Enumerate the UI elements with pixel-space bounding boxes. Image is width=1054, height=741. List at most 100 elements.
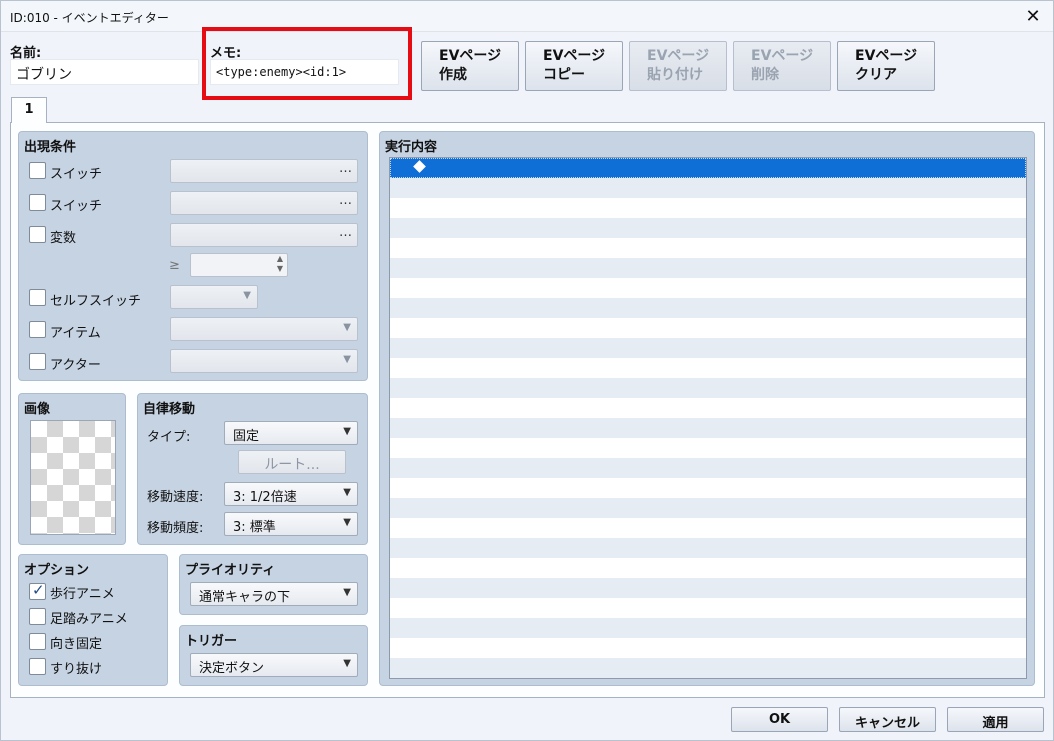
- priority-group: プライオリティ 通常キャラの下 ▼: [179, 554, 368, 615]
- command-row[interactable]: [390, 558, 1026, 578]
- ok-button[interactable]: OK: [731, 707, 828, 732]
- movement-type-dropdown[interactable]: 固定 ▼: [224, 421, 358, 445]
- command-row[interactable]: [390, 298, 1026, 318]
- direction-fix-label: 向き固定: [50, 637, 103, 652]
- variable-label: 変数: [50, 231, 77, 246]
- variable-selector[interactable]: …: [170, 223, 358, 247]
- movement-speed-dropdown[interactable]: 3: 1/2倍速 ▼: [224, 482, 358, 506]
- variable-checkbox[interactable]: [29, 226, 46, 243]
- name-input[interactable]: ゴブリン: [10, 59, 199, 85]
- movement-type-value: 固定: [233, 429, 260, 444]
- dropdown-arrow-icon: ▼: [343, 354, 351, 365]
- command-row[interactable]: [390, 338, 1026, 358]
- command-row[interactable]: [390, 458, 1026, 478]
- self-switch-dropdown[interactable]: ▼: [170, 285, 258, 309]
- ellipsis-icon: …: [339, 193, 352, 208]
- stepping-anim-label: 足踏みアニメ: [50, 612, 128, 627]
- button-line1: EVページ: [543, 48, 606, 64]
- title-bar: ID:010 - イベントエディター ✕: [1, 1, 1053, 32]
- dropdown-arrow-icon: ▼: [343, 517, 351, 528]
- movement-frequency-dropdown[interactable]: 3: 標準 ▼: [224, 512, 358, 536]
- self-switch-label: セルフスイッチ: [50, 294, 142, 309]
- command-row[interactable]: [390, 418, 1026, 438]
- trigger-dropdown[interactable]: 決定ボタン ▼: [190, 653, 358, 677]
- conditions-group: 出現条件 スイッチ … スイッチ … 変数 … ≥ ▲ ▼ セルフスイッチ ▼ …: [18, 131, 368, 381]
- contents-group: 実行内容: [379, 131, 1035, 686]
- command-row[interactable]: [390, 498, 1026, 518]
- ev-page-create-button[interactable]: EVページ 作成: [421, 41, 519, 91]
- command-row[interactable]: [390, 198, 1026, 218]
- autonomous-movement-group: 自律移動 タイプ: 固定 ▼ ルート... 移動速度: 3: 1/2倍速 ▼ 移…: [137, 393, 368, 545]
- ev-page-clear-button[interactable]: EVページ クリア: [837, 41, 935, 91]
- item-dropdown[interactable]: ▼: [170, 317, 358, 341]
- command-row[interactable]: [390, 618, 1026, 638]
- actor-dropdown[interactable]: ▼: [170, 349, 358, 373]
- command-row[interactable]: [390, 478, 1026, 498]
- command-list[interactable]: [389, 157, 1027, 679]
- dropdown-arrow-icon: ▼: [343, 426, 351, 437]
- contents-title: 実行内容: [385, 140, 438, 155]
- close-button[interactable]: ✕: [1013, 1, 1053, 32]
- item-checkbox[interactable]: [29, 321, 46, 338]
- command-row[interactable]: [390, 638, 1026, 658]
- close-icon: ✕: [1025, 6, 1041, 27]
- command-row[interactable]: [390, 258, 1026, 278]
- stepping-anim-checkbox[interactable]: [29, 608, 46, 625]
- memo-input[interactable]: <type:enemy><id:1>: [210, 59, 399, 85]
- cancel-button[interactable]: キャンセル: [839, 707, 936, 732]
- type-label: タイプ:: [147, 430, 191, 445]
- apply-button[interactable]: 適用: [947, 707, 1044, 732]
- variable-value-spinner[interactable]: ▲ ▼: [190, 253, 288, 277]
- button-line2: コピー: [543, 67, 585, 83]
- image-preview[interactable]: [30, 420, 116, 535]
- priority-dropdown[interactable]: 通常キャラの下 ▼: [190, 582, 358, 606]
- actor-checkbox[interactable]: [29, 353, 46, 370]
- switch1-label: スイッチ: [50, 167, 103, 182]
- speed-label: 移動速度:: [147, 490, 204, 505]
- command-row[interactable]: [390, 278, 1026, 298]
- direction-fix-checkbox[interactable]: [29, 633, 46, 650]
- image-group: 画像: [18, 393, 126, 545]
- dropdown-arrow-icon: ▼: [343, 587, 351, 598]
- trigger-group: トリガー 決定ボタン ▼: [179, 625, 368, 686]
- movement-speed-value: 3: 1/2倍速: [233, 490, 297, 505]
- command-row[interactable]: [390, 598, 1026, 618]
- tab-page-1[interactable]: 1: [11, 97, 47, 123]
- command-row[interactable]: [390, 238, 1026, 258]
- options-group: オプション 歩行アニメ 足踏みアニメ 向き固定 すり抜け: [18, 554, 168, 686]
- switch2-checkbox[interactable]: [29, 194, 46, 211]
- command-row[interactable]: [390, 378, 1026, 398]
- self-switch-checkbox[interactable]: [29, 289, 46, 306]
- command-row[interactable]: [390, 158, 1026, 178]
- command-row[interactable]: [390, 578, 1026, 598]
- command-row[interactable]: [390, 518, 1026, 538]
- options-title: オプション: [24, 563, 90, 578]
- button-line2: 削除: [751, 67, 779, 83]
- ellipsis-icon: …: [339, 161, 352, 176]
- switch2-selector[interactable]: …: [170, 191, 358, 215]
- command-row[interactable]: [390, 438, 1026, 458]
- command-row[interactable]: [390, 538, 1026, 558]
- walking-anim-checkbox[interactable]: [29, 581, 46, 600]
- route-button[interactable]: ルート...: [238, 450, 346, 474]
- command-row[interactable]: [390, 318, 1026, 338]
- command-row[interactable]: [390, 218, 1026, 238]
- command-row[interactable]: [390, 178, 1026, 198]
- command-row[interactable]: [390, 358, 1026, 378]
- button-line1: EVページ: [439, 48, 502, 64]
- dropdown-arrow-icon: ▼: [343, 322, 351, 333]
- event-editor-window: ID:010 - イベントエディター ✕ 名前: ゴブリン メモ: <type:…: [0, 0, 1054, 741]
- window-title: ID:010 - イベントエディター: [10, 11, 169, 25]
- ev-page-copy-button[interactable]: EVページ コピー: [525, 41, 623, 91]
- conditions-title: 出現条件: [24, 140, 77, 155]
- command-row[interactable]: [390, 658, 1026, 678]
- through-checkbox[interactable]: [29, 658, 46, 675]
- ev-page-delete-button[interactable]: EVページ 削除: [733, 41, 831, 91]
- ev-page-paste-button[interactable]: EVページ 貼り付け: [629, 41, 727, 91]
- dropdown-arrow-icon: ▼: [343, 487, 351, 498]
- dropdown-arrow-icon: ▼: [243, 290, 251, 301]
- priority-value: 通常キャラの下: [199, 590, 291, 605]
- command-row[interactable]: [390, 398, 1026, 418]
- switch1-selector[interactable]: …: [170, 159, 358, 183]
- switch1-checkbox[interactable]: [29, 162, 46, 179]
